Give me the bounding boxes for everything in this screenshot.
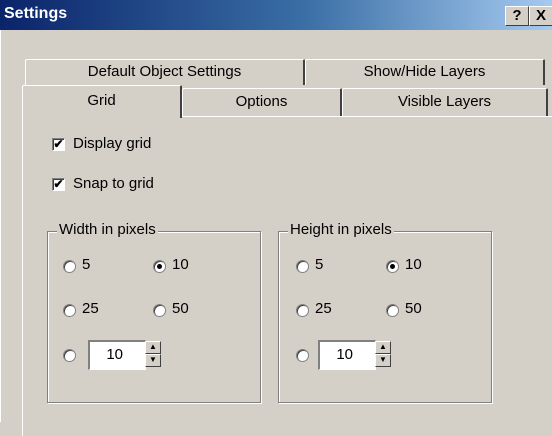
tab-options[interactable]: Options (182, 88, 342, 116)
window-title: Settings (4, 5, 68, 22)
width-radio-10-label[interactable]: 10 (172, 256, 189, 273)
width-radio-50[interactable] (153, 304, 166, 317)
height-radio-25-label[interactable]: 25 (315, 300, 332, 317)
width-custom-field[interactable]: 10 (88, 340, 146, 370)
tab-visible-layers[interactable]: Visible Layers (342, 88, 548, 116)
height-custom-field[interactable]: 10 (318, 340, 376, 370)
width-spin-up-icon[interactable]: ▲ (145, 341, 161, 354)
width-radio-25[interactable] (63, 304, 76, 317)
help-button[interactable]: ? (505, 6, 529, 26)
width-spin-down-icon[interactable]: ▼ (145, 354, 161, 367)
width-radio-custom[interactable] (63, 349, 76, 362)
close-button[interactable]: X (529, 6, 552, 26)
snap-to-grid-checkbox[interactable]: ✔ (52, 178, 65, 191)
height-radio-10-label[interactable]: 10 (405, 256, 422, 273)
width-groupbox (47, 231, 261, 403)
dialog-edge (0, 30, 1, 422)
snap-to-grid-label[interactable]: Snap to grid (73, 175, 154, 192)
height-spin-up-icon[interactable]: ▲ (375, 341, 391, 354)
width-radio-10[interactable] (153, 260, 166, 273)
width-radio-5[interactable] (63, 260, 76, 273)
height-radio-5-label[interactable]: 5 (315, 256, 323, 273)
height-radio-50-label[interactable]: 50 (405, 300, 422, 317)
tab-default-object-settings[interactable]: Default Object Settings (25, 59, 305, 85)
width-custom-value: 10 (106, 346, 123, 363)
width-radio-5-label[interactable]: 5 (82, 256, 90, 273)
tab-grid[interactable]: Grid (22, 85, 182, 118)
height-radio-10[interactable] (386, 260, 399, 273)
height-radio-5[interactable] (296, 260, 309, 273)
title-bar[interactable] (0, 0, 552, 30)
width-group-legend: Width in pixels (57, 221, 158, 238)
width-radio-25-label[interactable]: 25 (82, 300, 99, 317)
display-grid-checkbox[interactable]: ✔ (52, 138, 65, 151)
height-radio-50[interactable] (386, 304, 399, 317)
display-grid-label[interactable]: Display grid (73, 135, 151, 152)
height-spin-down-icon[interactable]: ▼ (375, 354, 391, 367)
height-radio-25[interactable] (296, 304, 309, 317)
height-custom-value: 10 (336, 346, 353, 363)
tab-show-hide-layers[interactable]: Show/Hide Layers (305, 59, 545, 85)
height-group-legend: Height in pixels (288, 221, 394, 238)
width-radio-50-label[interactable]: 50 (172, 300, 189, 317)
height-radio-custom[interactable] (296, 349, 309, 362)
height-groupbox (278, 231, 492, 403)
